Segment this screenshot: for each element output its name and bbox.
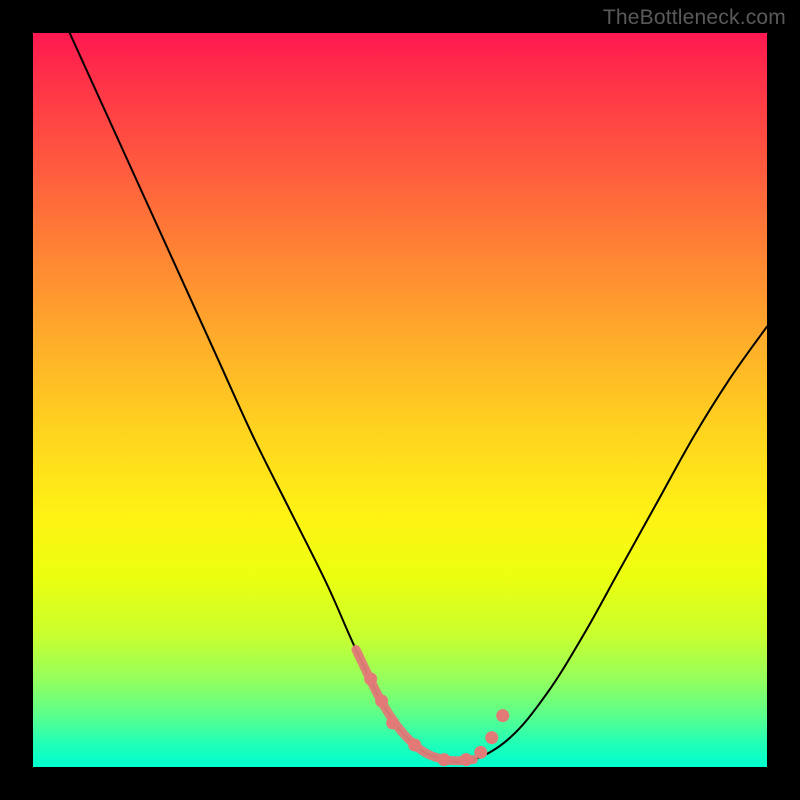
- bottleneck-curve: [70, 33, 767, 762]
- highlight-dot: [408, 738, 421, 751]
- highlight-dots: [364, 672, 509, 766]
- highlight-dot: [386, 716, 399, 729]
- highlight-dot: [485, 731, 498, 744]
- attribution-text: TheBottleneck.com: [603, 6, 786, 30]
- highlight-dot: [364, 672, 377, 685]
- chart-svg: [33, 33, 767, 767]
- highlight-dot: [460, 753, 473, 766]
- highlight-dot: [375, 694, 388, 707]
- chart-frame: TheBottleneck.com: [0, 0, 800, 800]
- highlight-dot: [438, 753, 451, 766]
- highlight-dot: [474, 746, 487, 759]
- highlight-dot: [496, 709, 509, 722]
